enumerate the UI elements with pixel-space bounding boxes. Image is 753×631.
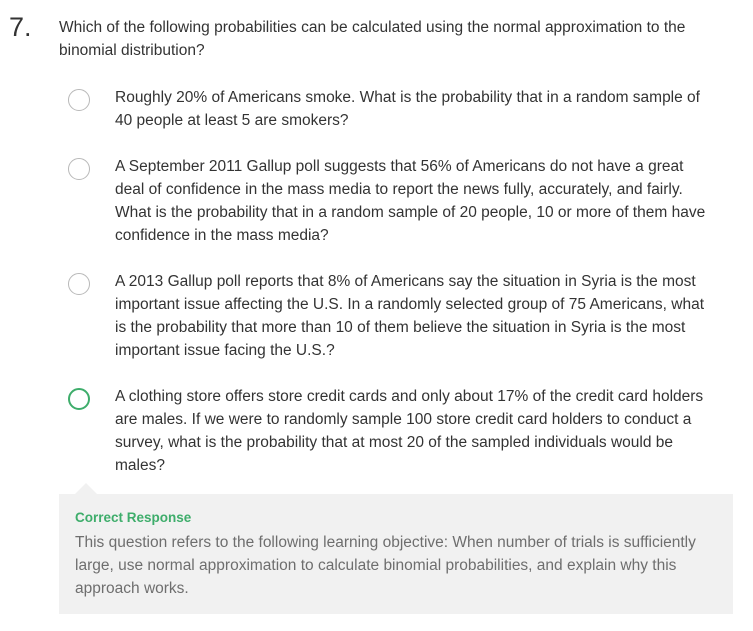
radio-button-option-1[interactable] bbox=[68, 89, 90, 111]
answer-option-text: A clothing store offers store credit car… bbox=[115, 388, 704, 474]
radio-button-option-2[interactable] bbox=[68, 158, 90, 180]
feedback-text: This question refers to the following le… bbox=[75, 534, 696, 597]
answer-option-text: A 2013 Gallup poll reports that 8% of Am… bbox=[115, 273, 705, 359]
feedback-panel: Correct Response This question refers to… bbox=[59, 494, 733, 614]
radio-button-option-3[interactable] bbox=[68, 273, 90, 295]
question-prompt: Which of the following probabilities can… bbox=[59, 19, 686, 59]
feedback-pointer bbox=[75, 483, 97, 494]
answer-option-text: A September 2011 Gallup poll suggests th… bbox=[115, 158, 706, 244]
question-number: 7. bbox=[9, 12, 32, 42]
radio-button-option-4[interactable] bbox=[68, 388, 90, 410]
feedback-title: Correct Response bbox=[75, 510, 192, 525]
answer-option-text: Roughly 20% of Americans smoke. What is … bbox=[115, 89, 700, 129]
